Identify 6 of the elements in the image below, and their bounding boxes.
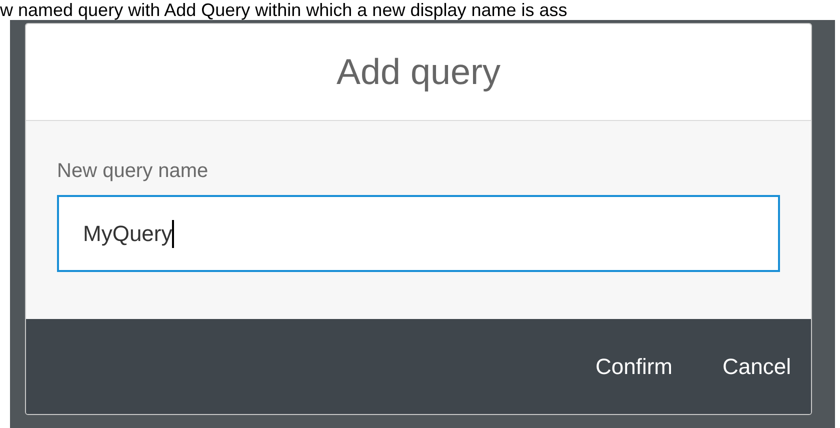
field-label: New query name [57,159,208,183]
caption-text: w named query with Add Query within which a new display name is ass [0,0,568,20]
dialog-button[interactable]: Confirm [586,344,683,389]
dialog-title: Add query [336,50,501,94]
query-name-field[interactable]: MyQuery [57,195,780,272]
dialog-button[interactable]: Cancel [712,344,801,389]
